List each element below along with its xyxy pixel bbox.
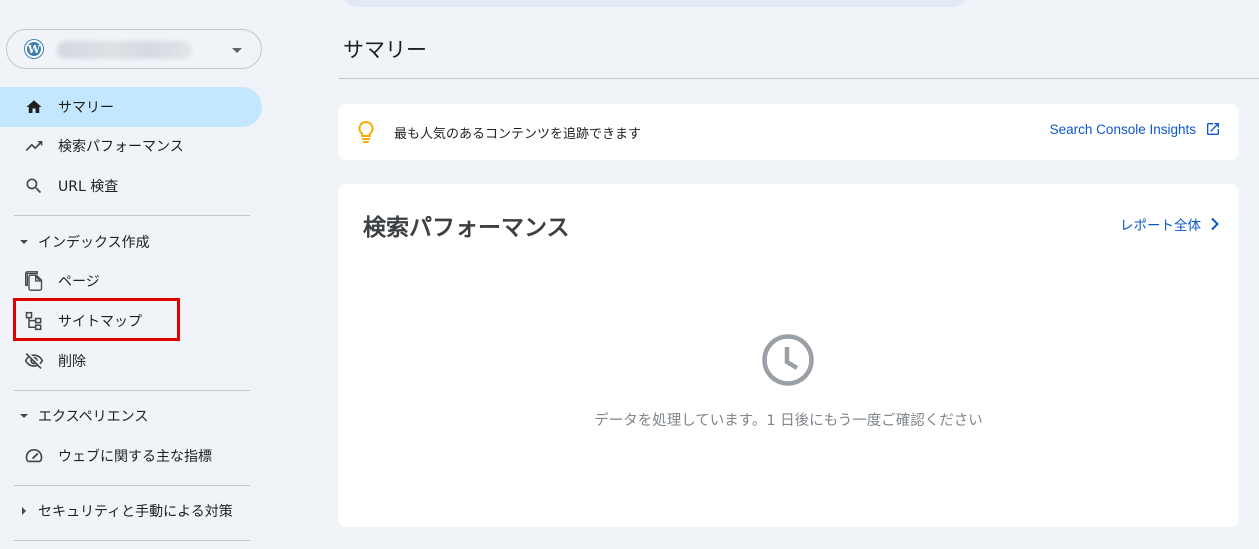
- performance-card: 検索パフォーマンス レポート全体 データを処理しています。1 日後にもう一度ご確…: [338, 184, 1239, 527]
- page-title: サマリー: [343, 38, 427, 62]
- sidebar-divider: [14, 540, 250, 541]
- sidebar-item-url-inspection[interactable]: URL 検査: [0, 166, 262, 206]
- search-bar[interactable]: [340, 0, 970, 7]
- sidebar-item-sitemaps[interactable]: サイトマップ: [0, 301, 262, 341]
- sitemap-icon: [24, 311, 44, 331]
- sidebar-divider: [14, 215, 250, 216]
- sidebar-item-label: ウェブに関する主な指標: [58, 449, 212, 465]
- section-header-indexing[interactable]: インデックス作成: [0, 224, 262, 260]
- search-console-insights-link[interactable]: Search Console Insights: [1050, 121, 1221, 137]
- section-header-experience[interactable]: エクスペリエンス: [0, 398, 262, 434]
- chevron-right-icon: [1211, 217, 1219, 231]
- trending-up-icon: [24, 136, 44, 156]
- sidebar: W サマリー 検索パフォーマンス URL 検査 インデックス作成 ページ サイト…: [0, 0, 270, 549]
- sidebar-item-label: サイトマップ: [58, 314, 142, 330]
- clock-icon: [762, 334, 814, 386]
- sidebar-item-label: 検索パフォーマンス: [58, 139, 184, 155]
- wordpress-icon: W: [25, 40, 43, 58]
- sidebar-item-core-web-vitals[interactable]: ウェブに関する主な指標: [0, 436, 262, 476]
- speed-icon: [24, 446, 44, 466]
- sidebar-item-label: 削除: [58, 354, 86, 370]
- caret-down-icon: [20, 414, 28, 418]
- sidebar-divider: [14, 485, 250, 486]
- pages-icon: [24, 271, 44, 291]
- property-selector[interactable]: W: [6, 29, 262, 69]
- full-report-link[interactable]: レポート全体: [1120, 214, 1221, 234]
- title-divider: [339, 78, 1259, 79]
- caret-down-icon: [232, 48, 242, 53]
- processing-message: データを処理しています。1 日後にもう一度ご確認ください: [594, 413, 983, 429]
- section-header-security[interactable]: セキュリティと手動による対策: [0, 493, 262, 529]
- section-label: インデックス作成: [38, 235, 150, 251]
- eye-off-icon: [24, 351, 44, 371]
- sidebar-item-label: サマリー: [58, 100, 114, 116]
- section-label: セキュリティと手動による対策: [38, 504, 233, 520]
- insight-link-label: Search Console Insights: [1049, 121, 1196, 137]
- sidebar-item-removals[interactable]: 削除: [0, 341, 262, 381]
- property-name: [57, 41, 192, 59]
- full-report-label: レポート全体: [1120, 218, 1201, 234]
- sidebar-divider: [14, 390, 250, 391]
- sidebar-item-search-performance[interactable]: 検索パフォーマンス: [0, 126, 262, 166]
- sidebar-item-label: ページ: [58, 274, 100, 290]
- caret-right-icon: [22, 507, 26, 515]
- search-icon: [24, 176, 44, 196]
- sidebar-item-label: URL 検査: [58, 179, 119, 195]
- sidebar-item-pages[interactable]: ページ: [0, 261, 262, 301]
- insights-card: 最も人気のあるコンテンツを追跡できます Search Console Insig…: [338, 104, 1239, 160]
- open-in-new-icon: [1207, 123, 1219, 135]
- caret-down-icon: [20, 240, 28, 244]
- performance-title: 検索パフォーマンス: [363, 215, 570, 241]
- lightbulb-icon: [358, 120, 374, 143]
- sidebar-item-summary[interactable]: サマリー: [0, 87, 262, 127]
- home-icon: [24, 97, 44, 117]
- section-label: エクスペリエンス: [38, 409, 149, 425]
- insight-message: 最も人気のあるコンテンツを追跡できます: [394, 127, 642, 142]
